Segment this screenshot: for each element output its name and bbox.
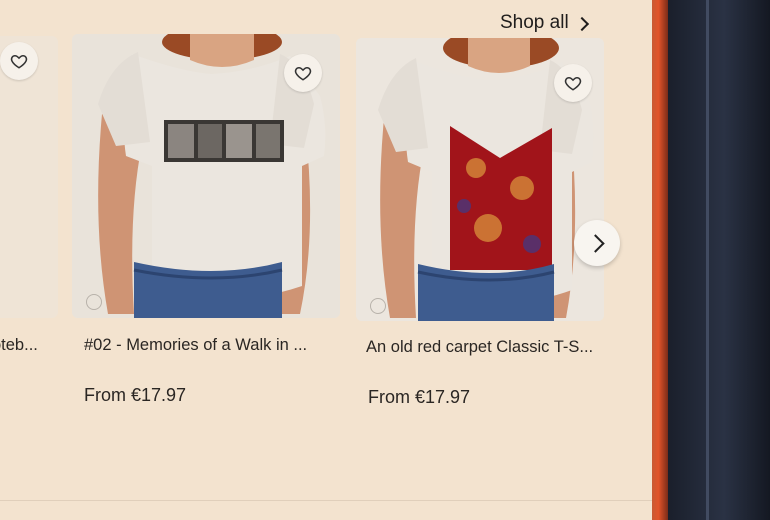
product-title[interactable]: #02 - Memories of a Walk in ... — [84, 336, 307, 355]
favorite-button[interactable] — [284, 54, 322, 92]
divider — [0, 500, 655, 501]
device-edge-highlight — [706, 0, 709, 520]
info-icon[interactable] — [86, 294, 102, 310]
product-card-partial[interactable] — [0, 36, 58, 318]
shop-all-link[interactable]: Shop all — [500, 12, 589, 34]
shop-all-label: Shop all — [500, 12, 569, 33]
device-bezel — [668, 0, 770, 520]
product-title[interactable]: An old red carpet Classic T-S... — [366, 338, 593, 357]
device-case-red — [652, 0, 668, 520]
product-carousel-screen: Shop all oteb... — [0, 0, 655, 520]
heart-outline-icon — [564, 76, 582, 91]
heart-outline-icon — [10, 54, 28, 69]
favorite-button[interactable] — [0, 42, 38, 80]
chevron-right-icon — [574, 16, 589, 32]
favorite-button[interactable] — [554, 64, 592, 102]
chevron-right-icon — [585, 233, 605, 253]
info-icon[interactable] — [370, 298, 386, 314]
product-title-partial[interactable]: oteb... — [0, 336, 38, 355]
carousel-next-button[interactable] — [574, 220, 620, 266]
heart-outline-icon — [294, 66, 312, 81]
product-price: From €17.97 — [368, 387, 471, 407]
product-price: From €17.97 — [84, 385, 187, 405]
